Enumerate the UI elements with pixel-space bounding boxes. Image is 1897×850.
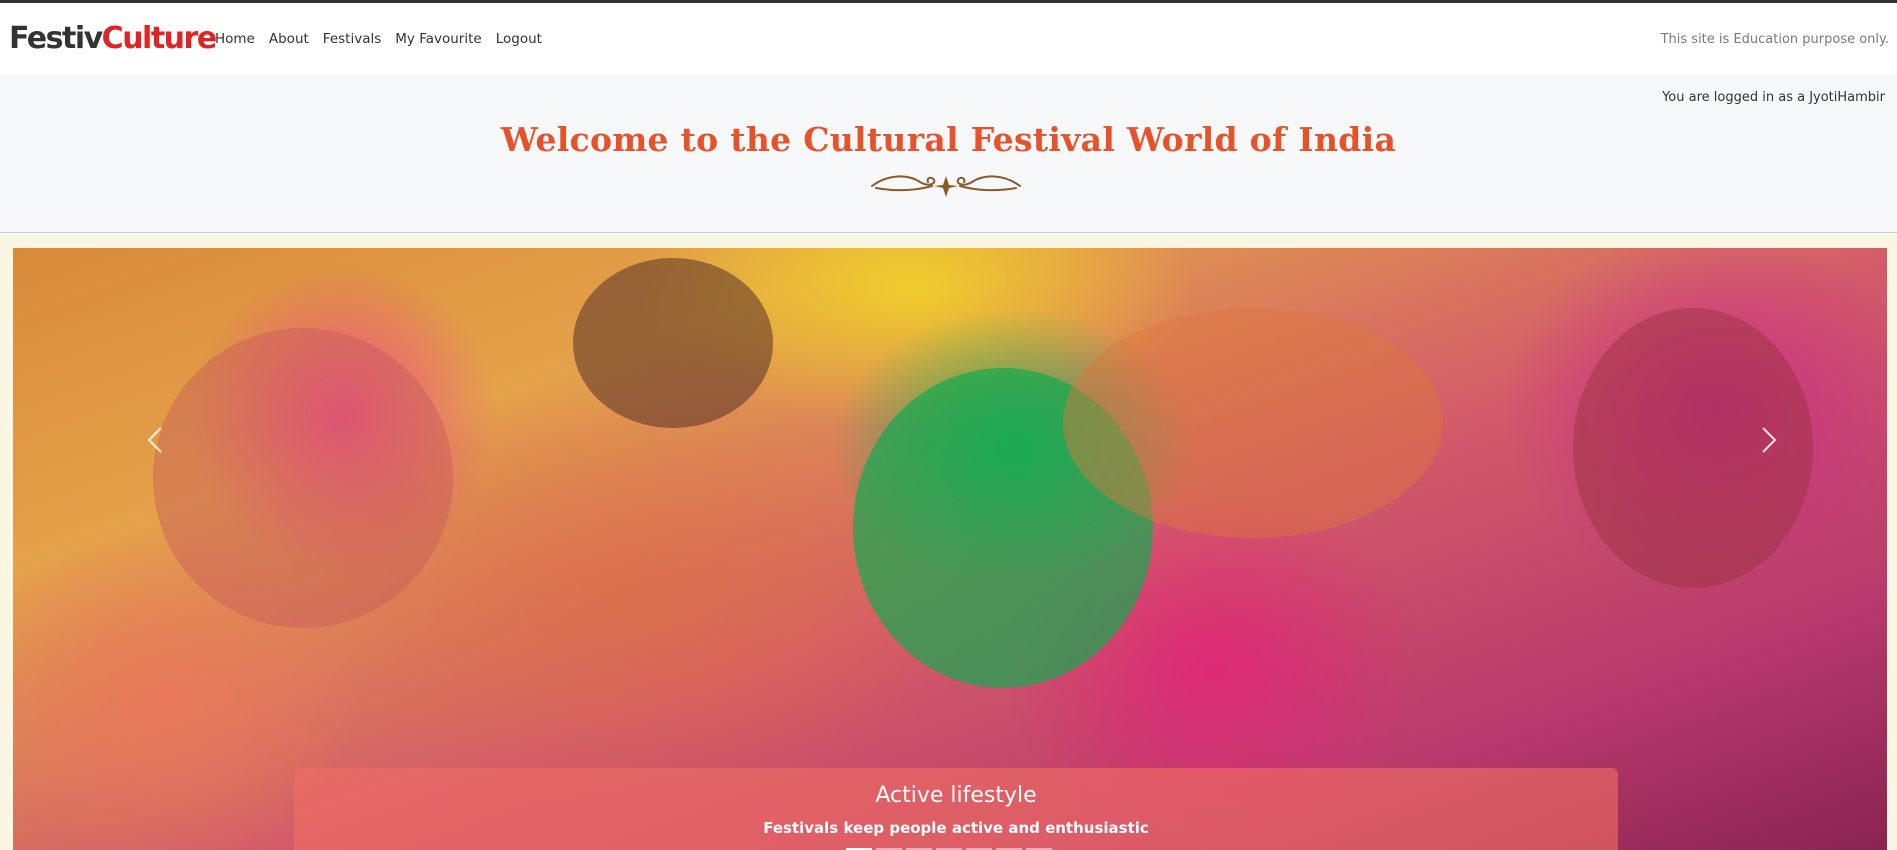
carousel-slide-image: Active lifestyle Festivals keep people a… (13, 248, 1887, 850)
navbar: FestivCulture Home About Festivals My Fa… (0, 3, 1897, 74)
photo-shape (573, 258, 773, 428)
chevron-left-icon (147, 427, 162, 453)
nav-about[interactable]: About (262, 29, 316, 49)
login-status: You are logged in as a JyotiHambir (1662, 90, 1885, 105)
page-title: Welcome to the Cultural Festival World o… (500, 120, 1397, 159)
carousel-next-button[interactable] (1753, 420, 1783, 460)
carousel-caption: Active lifestyle Festivals keep people a… (294, 768, 1618, 850)
photo-shape (153, 328, 453, 628)
nav-home[interactable]: Home (208, 29, 262, 49)
brand-logo[interactable]: FestivCulture (9, 21, 218, 57)
hero-carousel: Active lifestyle Festivals keep people a… (0, 234, 1897, 850)
chevron-right-icon (1762, 427, 1777, 453)
brand-part-2: Culture (101, 21, 218, 56)
education-note: This site is Education purpose only. (1660, 32, 1889, 47)
nav-links: Home About Festivals My Favourite Logout (208, 29, 549, 49)
brand-part-1: Festiv (9, 21, 103, 56)
caption-subtitle: Festivals keep people active and enthusi… (763, 819, 1149, 837)
photo-shape (1063, 308, 1443, 538)
nav-festivals[interactable]: Festivals (316, 29, 388, 49)
nav-my-favourite[interactable]: My Favourite (388, 29, 488, 49)
ornament-divider-icon (871, 175, 1021, 197)
caption-title: Active lifestyle (875, 783, 1037, 808)
page-header: You are logged in as a JyotiHambir Welco… (0, 74, 1897, 233)
carousel-prev-button[interactable] (141, 420, 171, 460)
nav-logout[interactable]: Logout (489, 29, 549, 49)
